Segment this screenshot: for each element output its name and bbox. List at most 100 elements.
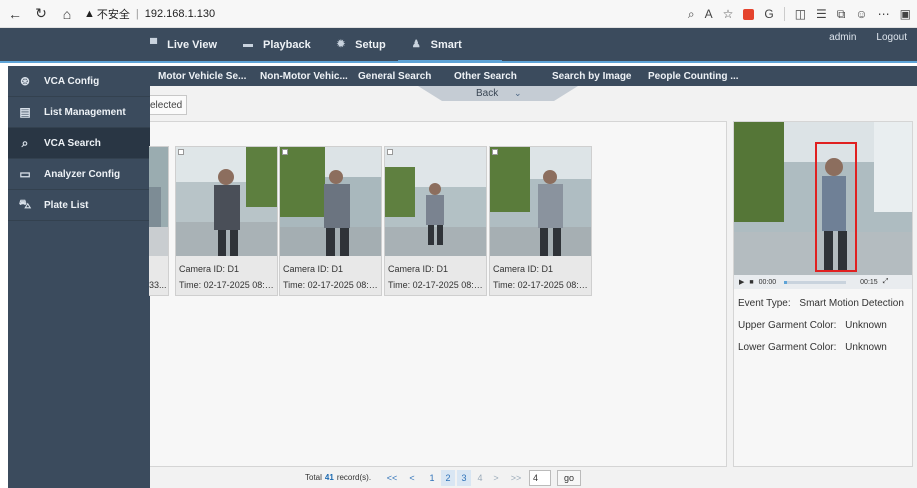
current-time: 00:00 [758,278,777,286]
video-controls: ▶ ■ 00:00 00:15 ⤢ [734,275,912,289]
first-page-button[interactable]: << [385,470,399,486]
home-icon[interactable]: ⌂ [56,3,78,25]
next-page-button[interactable]: > [489,470,503,486]
total-suffix: record(s). [336,473,372,482]
fullscreen-icon[interactable]: ⤢ [883,278,889,286]
select-checkbox[interactable] [492,149,498,155]
tab-other-search[interactable]: Other Search [454,71,540,82]
menu-live-view[interactable]: ▀ Live View [150,28,217,61]
monitor-icon: ▀ [150,39,158,50]
sidebar-toggle-icon[interactable]: ▣ [900,7,911,21]
favorites-list-icon[interactable]: ☰ [816,7,827,21]
lower-garment-value: Unknown [845,342,887,353]
sidebar-item-list-management[interactable]: ▤ List Management [8,97,150,128]
security-warning: 不安全 [96,8,130,21]
result-thumbnail [280,147,381,256]
result-card[interactable]: Camera ID: D1 Time: 02-17-2025 08:32... [175,146,278,296]
chevron-down-icon: ⌄ [514,88,522,98]
thumbnail-image [149,147,168,256]
address-bar[interactable]: ▲ 不安全 | 192.168.1.130 [84,6,215,22]
sidebar-item-vca-search[interactable]: ⌕ VCA Search [8,128,150,159]
result-thumbnail [149,147,168,256]
user-area: admin Logout [829,32,907,43]
select-checkbox[interactable] [178,149,184,155]
sidebar-item-vca-config[interactable]: ⊛ VCA Config [8,66,150,97]
favorite-star-icon[interactable]: ☆ [723,7,734,21]
result-time: Time: 02-17-2025 08:32... [493,280,591,290]
sidebar-item-label: Analyzer Config [44,168,121,180]
car-icon: ⛍ [18,197,32,211]
username: admin [829,32,857,43]
menu-playback[interactable]: ▬ Playback [243,28,311,61]
sidebar-item-analyzer-config[interactable]: ▭ Analyzer Config [8,159,150,190]
total-prefix: Total [305,473,322,482]
upper-garment-row: Upper Garment Color: Unknown [738,320,887,331]
collections-icon[interactable]: ⧉ [837,7,846,22]
stop-icon[interactable]: ■ [749,279,753,286]
result-camera: Camera ID: D1 [283,264,344,274]
url-text: 192.168.1.130 [144,7,216,20]
profile-icon[interactable]: ☺ [855,7,867,21]
result-card[interactable]: Camera ID: D1 Time: 02-17-2025 08:32... [489,146,592,296]
tab-non-motor-vehicle[interactable]: Non-Motor Vehic... [260,71,348,82]
select-checkbox[interactable] [282,149,288,155]
page-4-button[interactable]: 4 [473,470,487,486]
result-camera: Camera ID: D1 [388,264,449,274]
select-checkbox[interactable] [387,149,393,155]
thumbnail-image [385,147,486,256]
result-camera: Camera ID: D1 [493,264,554,274]
refresh-extension-icon[interactable]: G [764,7,773,21]
lower-garment-row: Lower Garment Color: Unknown [738,342,887,353]
video-player[interactable] [734,122,912,275]
page-3-button[interactable]: 3 [457,469,472,486]
tab-motor-vehicle[interactable]: Motor Vehicle Se... [158,71,248,82]
last-page-button[interactable]: >> [509,470,523,486]
logout-link[interactable]: Logout [876,32,907,43]
sidebar-item-plate-list[interactable]: ⛍ Plate List [8,190,150,221]
selected-button[interactable]: elected [150,95,187,115]
menu-label: Setup [355,38,386,51]
lower-garment-label: Lower Garment Color: [738,342,837,353]
back-tab[interactable]: Back ⌄ [418,86,578,101]
tab-general-search[interactable]: General Search [358,71,442,82]
video-frame [734,122,912,275]
tab-search-by-image[interactable]: Search by Image [552,71,636,82]
tab-people-counting[interactable]: People Counting ... [648,71,748,82]
list-management-icon: ▤ [19,105,31,119]
search-page-icon[interactable]: ⌕ [688,7,695,22]
result-thumbnail [385,147,486,256]
page-1-button[interactable]: 1 [425,470,439,486]
menu-smart[interactable]: ♟ Smart [397,28,503,63]
page-2-button[interactable]: 2 [441,469,456,486]
extension-icon[interactable] [743,8,755,20]
thumbnail-image [280,147,381,256]
back-label: Back [476,88,499,99]
result-time: 33... [149,280,167,290]
result-card[interactable]: 33... [149,146,169,296]
go-button[interactable]: go [557,469,582,486]
video-progress[interactable] [784,280,847,284]
url-divider: | [135,7,139,20]
result-card[interactable]: Camera ID: D1 Time: 02-17-2025 08:32... [384,146,487,296]
back-arrow-icon[interactable]: ← [4,3,26,25]
warning-icon: ▲ [84,7,95,20]
app-header: ▀ Live View ▬ Playback ✹ Setup ♟ Smart a… [0,28,917,63]
more-icon[interactable]: ⋯ [878,7,890,21]
read-aloud-icon[interactable]: A [705,7,713,21]
split-screen-icon[interactable]: ◫ [795,7,806,21]
refresh-icon[interactable]: ↻ [30,3,52,25]
goto-page-input[interactable]: 4 [529,469,552,486]
prev-page-button[interactable]: < [405,470,419,486]
menu-label: Live View [167,38,218,51]
search-tabs: Motor Vehicle Se... Non-Motor Vehic... G… [150,66,917,86]
event-type-label: Event Type: [738,298,791,309]
result-card[interactable]: Camera ID: D1 Time: 02-17-2025 08:32... [279,146,382,296]
film-icon: ▬ [243,39,254,50]
menu-label: Playback [263,38,311,51]
sidebar-item-label: Plate List [44,199,89,211]
play-icon[interactable]: ▶ [739,278,744,286]
result-time: Time: 02-17-2025 08:32... [388,280,486,290]
menu-setup[interactable]: ✹ Setup [337,28,386,61]
upper-garment-label: Upper Garment Color: [738,320,837,331]
total-count: 41 [324,473,334,482]
